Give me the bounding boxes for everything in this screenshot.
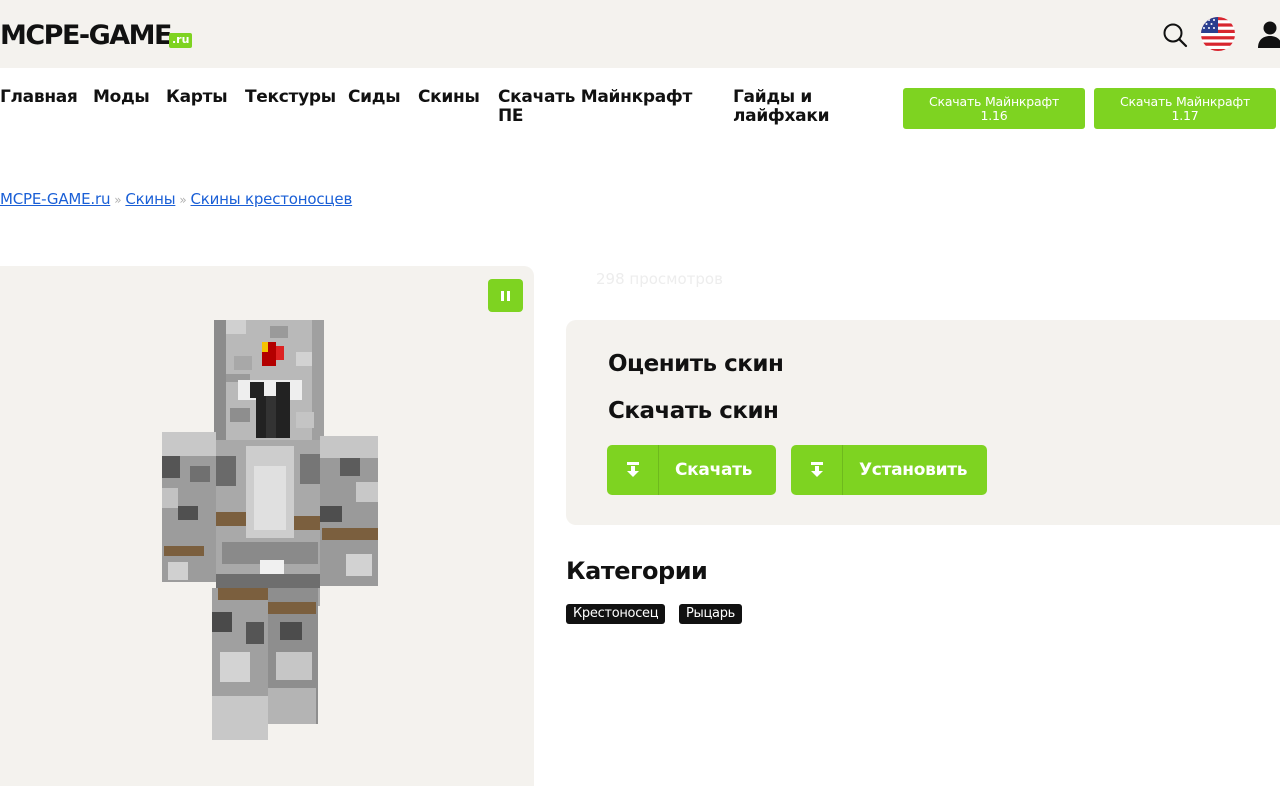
- skin-3d-preview[interactable]: [150, 316, 390, 746]
- site-header: MCPE-GAME .ru: [0, 0, 1280, 68]
- download-1-16-line2: 1.16: [980, 107, 1008, 123]
- breadcrumb-home[interactable]: MCPE-GAME.ru: [0, 190, 110, 208]
- breadcrumb-skins[interactable]: Скины: [125, 190, 175, 208]
- nav-item-mods[interactable]: Моды: [93, 88, 150, 107]
- nav-item-seeds[interactable]: Сиды: [348, 88, 401, 107]
- us-flag-icon[interactable]: [1200, 16, 1236, 52]
- download-1-17-button[interactable]: Скачать Майнкрафт 1.17: [1094, 88, 1276, 129]
- logo-suffix: .ru: [169, 33, 193, 48]
- download-1-16-line1: Скачать Майнкрафт: [928, 93, 1060, 109]
- install-arrow-icon: [791, 445, 843, 495]
- breadcrumb-separator: »: [179, 193, 187, 207]
- rate-skin-title: Оценить скин: [608, 351, 784, 377]
- download-1-16-button[interactable]: Скачать Майнкрафт 1.16: [903, 88, 1085, 129]
- site-logo[interactable]: MCPE-GAME .ru: [0, 20, 193, 51]
- user-icon[interactable]: [1255, 19, 1280, 49]
- logo-text: MCPE-GAME: [0, 20, 173, 51]
- category-tag-knight[interactable]: Рыцарь: [679, 604, 743, 624]
- install-button-label: Установить: [859, 460, 968, 480]
- nav-item-skins[interactable]: Скины: [418, 88, 480, 107]
- download-arrow-icon: [607, 445, 659, 495]
- download-1-17-line1: Скачать Майнкрафт: [1119, 93, 1251, 109]
- category-tag-crusader[interactable]: Крестоносец: [566, 604, 666, 624]
- search-icon[interactable]: [1162, 22, 1188, 48]
- nav-item-download-pe[interactable]: Скачать Майнкрафт ПЕ: [498, 88, 692, 126]
- download-skin-title: Скачать скин: [608, 398, 779, 424]
- download-button[interactable]: Скачать: [607, 445, 776, 495]
- nav-item-textures[interactable]: Текстуры: [245, 88, 336, 107]
- install-button[interactable]: Установить: [791, 445, 987, 495]
- pause-icon-bar: [507, 290, 510, 301]
- pause-icon-bar: [501, 290, 504, 301]
- views-count: 298 просмотров: [596, 270, 723, 288]
- nav-item-download-pe-line2: ПЕ: [498, 106, 524, 126]
- nav-item-guides[interactable]: Гайды и лайфхаки: [733, 87, 830, 126]
- download-1-17-line2: 1.17: [1171, 107, 1199, 123]
- nav-item-home[interactable]: Главная: [0, 88, 78, 107]
- nav-item-guides-line2: лайфхаки: [733, 106, 830, 126]
- breadcrumb: MCPE-GAME.ru» Скины» Скины крестоносцев: [0, 190, 352, 208]
- download-button-label: Скачать: [675, 460, 753, 480]
- nav-item-guides-line1: Гайды и: [733, 87, 813, 107]
- breadcrumb-separator: »: [114, 193, 122, 207]
- categories-title: Категории: [566, 557, 708, 585]
- pause-button[interactable]: [488, 279, 523, 312]
- nav-item-download-pe-line1: Скачать Майнкрафт: [498, 87, 692, 107]
- nav-item-maps[interactable]: Карты: [166, 88, 228, 107]
- breadcrumb-crusader-skins[interactable]: Скины крестоносцев: [191, 190, 353, 208]
